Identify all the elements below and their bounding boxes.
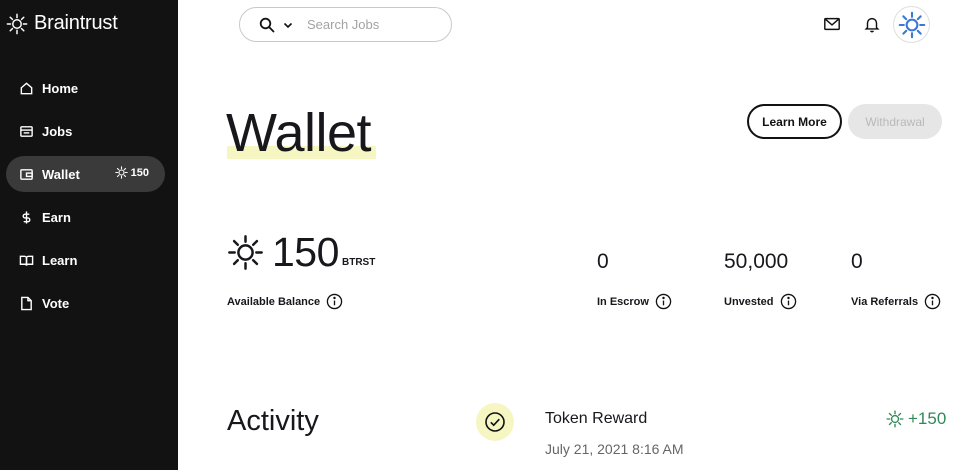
- balance-unit: BTRST: [342, 257, 376, 268]
- avatar[interactable]: [893, 6, 930, 43]
- wallet-icon: [18, 166, 34, 182]
- book-icon: [18, 252, 34, 268]
- info-icon[interactable]: [780, 293, 797, 310]
- sun-avatar-icon: [898, 11, 925, 38]
- sidebar-item-label: Jobs: [42, 123, 73, 139]
- activity-item-amount: +150: [886, 409, 946, 429]
- activity-item-name: Token Reward: [545, 410, 648, 427]
- sidebar-item-learn[interactable]: Learn: [6, 242, 165, 278]
- unvested-value: 50,000: [724, 250, 789, 273]
- sun-token-icon: [886, 410, 904, 428]
- sidebar-item-label: Vote: [42, 295, 70, 311]
- sidebar-item-label: Wallet: [42, 166, 80, 182]
- dollar-icon: [18, 209, 34, 225]
- sun-logo-icon: [6, 13, 28, 34]
- activity-amount-value: +150: [908, 409, 947, 428]
- document-icon: [18, 295, 34, 311]
- sidebar-item-home[interactable]: Home: [6, 70, 165, 106]
- wallet-balance-badge: 150: [114, 166, 149, 179]
- wallet-badge-value: 150: [130, 166, 149, 179]
- stat-label-text: Available Balance: [227, 295, 321, 308]
- info-icon[interactable]: [655, 293, 672, 310]
- withdrawal-button: Withdrawal: [848, 104, 942, 139]
- sun-token-icon: [228, 235, 263, 270]
- sidebar-item-label: Earn: [42, 209, 71, 225]
- stat-label-text: In Escrow: [597, 295, 649, 308]
- brand-name: Braintrust: [34, 12, 118, 34]
- page-title: Wallet: [226, 103, 372, 163]
- sidebar-item-earn[interactable]: Earn: [6, 199, 165, 235]
- home-icon: [18, 80, 34, 96]
- learn-more-button[interactable]: Learn More: [747, 104, 842, 139]
- available-balance-label: Available Balance: [227, 293, 343, 310]
- activity-status-badge: [476, 403, 514, 441]
- available-balance-value: 150: [272, 229, 339, 275]
- sun-token-icon: [114, 166, 128, 179]
- bell-icon[interactable]: [862, 14, 882, 34]
- sidebar-item-label: Home: [42, 80, 79, 96]
- jobs-icon: [18, 123, 34, 139]
- info-icon[interactable]: [326, 293, 343, 310]
- activity-item-date: July 21, 2021 8:16 AM: [545, 441, 684, 457]
- escrow-label: In Escrow: [597, 293, 672, 310]
- brand[interactable]: Braintrust: [6, 12, 118, 35]
- search-icon[interactable]: [259, 17, 275, 33]
- info-icon[interactable]: [924, 293, 941, 310]
- referrals-label: Via Referrals: [851, 293, 941, 310]
- check-circle-icon: [485, 412, 505, 432]
- stat-label-text: Unvested: [724, 295, 774, 308]
- title-wrap: Wallet: [226, 102, 372, 164]
- mail-icon[interactable]: [822, 14, 842, 34]
- escrow-value: 0: [597, 250, 609, 273]
- referrals-value: 0: [851, 250, 863, 273]
- activity-title: Activity: [227, 405, 319, 437]
- search-input[interactable]: [307, 17, 437, 32]
- unvested-label: Unvested: [724, 293, 797, 310]
- search-bar[interactable]: [239, 7, 452, 42]
- sidebar-item-wallet[interactable]: Wallet 150: [6, 156, 165, 192]
- sidebar-item-vote[interactable]: Vote: [6, 285, 165, 321]
- chevron-down-icon[interactable]: [275, 20, 293, 30]
- sidebar-item-label: Learn: [42, 252, 78, 268]
- stat-label-text: Via Referrals: [851, 295, 919, 308]
- sidebar: Braintrust Home Jobs Wallet 150 Earn Lea…: [0, 0, 178, 470]
- sidebar-item-jobs[interactable]: Jobs: [6, 113, 165, 149]
